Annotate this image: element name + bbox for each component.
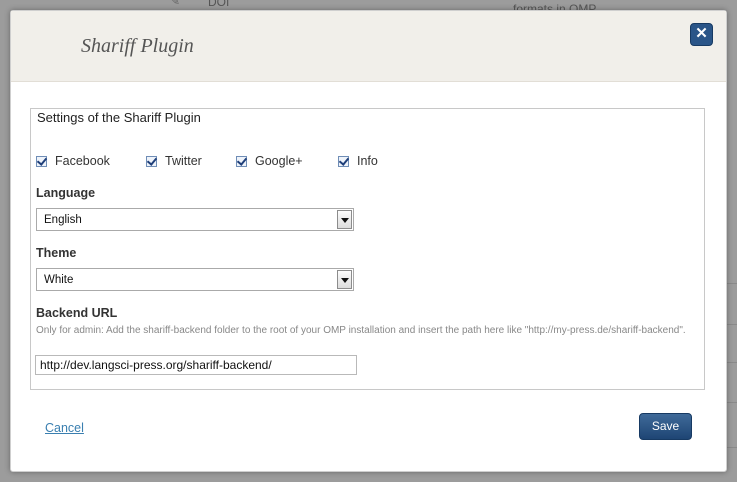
theme-selected-value: White [44, 274, 74, 286]
theme-select[interactable]: White [36, 268, 354, 291]
checkmark-icon[interactable] [146, 155, 157, 167]
facebook-checkbox[interactable]: Facebook [36, 153, 110, 169]
checkmark-icon[interactable] [338, 155, 349, 167]
backend-url-label: Backend URL [36, 306, 118, 320]
language-label: Language [36, 186, 96, 200]
cancel-link[interactable]: Cancel [45, 421, 84, 435]
backdrop-text-doi: DOI [208, 0, 230, 9]
googleplus-label: Google+ [255, 154, 303, 168]
settings-fieldset [30, 108, 705, 390]
language-select[interactable]: English [36, 208, 354, 231]
chevron-down-icon[interactable] [337, 210, 352, 229]
googleplus-checkbox[interactable]: Google+ [236, 153, 303, 169]
save-button[interactable]: Save [639, 413, 692, 440]
info-label: Info [357, 154, 378, 168]
twitter-label: Twitter [165, 154, 202, 168]
modal-header: Shariff Plugin ✕ [11, 11, 726, 82]
close-button[interactable]: ✕ [690, 23, 713, 46]
info-checkbox[interactable]: Info [338, 153, 378, 169]
theme-label: Theme [36, 246, 77, 260]
chevron-down-icon[interactable] [337, 270, 352, 289]
language-selected-value: English [44, 214, 82, 226]
facebook-label: Facebook [55, 154, 110, 168]
fieldset-legend: Settings of the Shariff Plugin [35, 110, 203, 125]
twitter-checkbox[interactable]: Twitter [146, 153, 202, 169]
checkmark-icon[interactable] [36, 155, 47, 167]
modal-title: Shariff Plugin [81, 35, 194, 57]
close-icon: ✕ [695, 25, 708, 42]
checkmark-icon[interactable] [236, 155, 247, 167]
backend-url-help-text: Only for admin: Add the shariff-backend … [36, 325, 686, 336]
backend-url-input[interactable] [35, 355, 357, 375]
pencil-icon: ✎ [170, 0, 181, 8]
shariff-plugin-modal: Shariff Plugin ✕ Settings of the Shariff… [10, 10, 727, 472]
